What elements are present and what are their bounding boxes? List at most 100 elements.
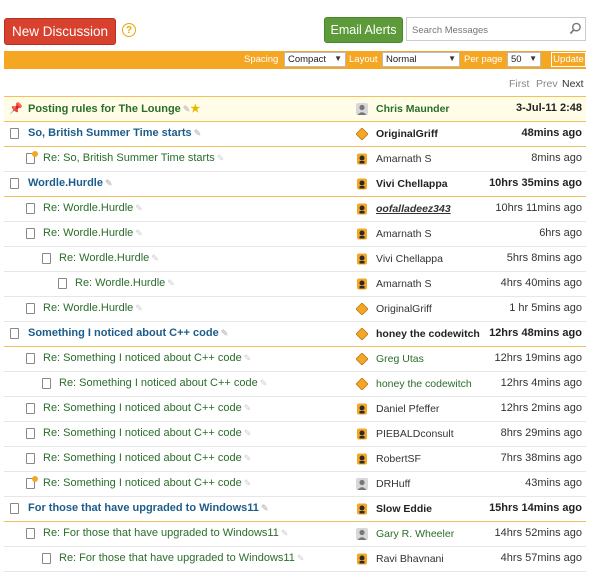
message-row[interactable]: So, British Summer Time starts ✎ OriginalG…: [4, 122, 586, 147]
pager-first[interactable]: First: [509, 78, 529, 90]
message-subject[interactable]: Re: So, British Summer Time starts ✎: [43, 152, 224, 164]
message-subject[interactable]: Re: Wordle.Hurdle ✎: [75, 277, 175, 289]
pager-prev[interactable]: Prev: [536, 78, 558, 90]
message-subject[interactable]: Re: Wordle.Hurdle ✎: [43, 302, 143, 314]
message-subject[interactable]: For those that have upgraded to Windows1…: [28, 502, 268, 514]
message-author[interactable]: OriginalGriff: [356, 126, 438, 142]
message-subject[interactable]: Re: For those that have upgraded to Wind…: [59, 552, 304, 564]
message-subject[interactable]: Re: Wordle.Hurdle ✎: [43, 202, 143, 214]
pager-next[interactable]: Next: [562, 78, 584, 90]
pin-outline-icon[interactable]: ✎: [244, 478, 252, 488]
pin-outline-icon[interactable]: ✎: [261, 503, 269, 513]
message-author[interactable]: Ravi Bhavnani: [356, 551, 444, 567]
message-subject[interactable]: Re: Something I noticed about C++ code ✎: [59, 377, 267, 389]
message-row[interactable]: Re: Something I noticed about C++ code ✎ R…: [4, 447, 586, 472]
message-subject[interactable]: So, British Summer Time starts ✎: [28, 127, 201, 139]
pin-outline-icon[interactable]: ✎: [244, 453, 252, 463]
layout-select[interactable]: Normal ▼: [382, 52, 460, 67]
message-date: 14hrs 52mins ago: [494, 527, 582, 539]
message-subject[interactable]: Re: Something I noticed about C++ code ✎: [43, 477, 251, 489]
message-subject-text: Re: For those that have upgraded to Wind…: [43, 527, 279, 539]
diamond-icon: [356, 378, 368, 390]
message-icon: [26, 228, 35, 239]
message-subject[interactable]: Re: Something I noticed about C++ code ✎: [43, 427, 251, 439]
message-subject[interactable]: Re: Something I noticed about C++ code ✎: [43, 402, 251, 414]
help-icon[interactable]: ?: [122, 23, 136, 37]
message-row[interactable]: Re: Something I noticed about C++ code ✎ h…: [4, 372, 586, 397]
message-subject[interactable]: Wordle.Hurdle ✎: [28, 177, 113, 189]
message-author[interactable]: Vivi Chellappa: [356, 251, 443, 267]
message-author[interactable]: Slow Eddie: [356, 501, 432, 517]
message-author[interactable]: Amarnath S: [356, 226, 431, 242]
message-row[interactable]: Re: Something I noticed about C++ code ✎ P…: [4, 422, 586, 447]
message-author[interactable]: honey the codewitch: [356, 326, 480, 342]
message-author[interactable]: oofalladeez343: [356, 201, 451, 217]
author-name: OriginalGriff: [376, 303, 432, 315]
toolbar: New Discussion ? Email Alerts: [0, 0, 600, 50]
message-author[interactable]: RobertSF: [356, 451, 421, 467]
per-page-select[interactable]: 50 ▼: [507, 52, 541, 67]
message-row[interactable]: Re: Something I noticed about C++ code ✎ D…: [4, 472, 586, 497]
message-row[interactable]: 📌 Posting rules for The Lounge ✎★ Chris Mau…: [4, 96, 586, 122]
message-subject[interactable]: Re: Wordle.Hurdle ✎: [43, 227, 143, 239]
message-author[interactable]: DRHuff: [356, 476, 410, 492]
message-author[interactable]: Vivi Chellappa: [356, 176, 448, 192]
pin-outline-icon[interactable]: ✎: [217, 153, 225, 163]
pin-outline-icon[interactable]: ✎: [135, 203, 143, 213]
message-row[interactable]: Re: For those that have upgraded to Wind…: [4, 522, 586, 547]
message-date: 1 hr 5mins ago: [509, 302, 582, 314]
pin-outline-icon[interactable]: ✎: [244, 403, 252, 413]
pin-outline-icon[interactable]: ✎: [281, 528, 289, 538]
message-author[interactable]: Gary R. Wheeler: [356, 526, 454, 542]
pin-outline-icon[interactable]: ✎: [194, 128, 202, 138]
message-subject[interactable]: Re: Something I noticed about C++ code ✎: [43, 352, 251, 364]
message-author[interactable]: Chris Maunder: [356, 101, 450, 117]
new-discussion-button[interactable]: New Discussion: [4, 18, 116, 45]
message-subject-text: Re: Wordle.Hurdle: [43, 202, 134, 214]
message-author[interactable]: Greg Utas: [356, 351, 424, 367]
email-alerts-button[interactable]: Email Alerts: [324, 17, 403, 43]
message-author[interactable]: Daniel Pfeffer: [356, 401, 439, 417]
pin-outline-icon[interactable]: ✎: [167, 278, 175, 288]
star-icon: ★: [190, 103, 201, 115]
pin-outline-icon[interactable]: ✎: [151, 253, 159, 263]
message-author[interactable]: honey the codewitch: [356, 376, 472, 392]
search-icon[interactable]: [569, 22, 582, 35]
message-row[interactable]: Re: Wordle.Hurdle ✎ Vivi Chellappa 5hrs 8mi…: [4, 247, 586, 272]
message-author[interactable]: Amarnath S: [356, 151, 431, 167]
chevron-down-icon: ▼: [448, 54, 456, 63]
message-author[interactable]: OriginalGriff: [356, 301, 432, 317]
message-row[interactable]: For those that have upgraded to Windows1…: [4, 497, 586, 522]
search-box: [406, 17, 586, 41]
message-row[interactable]: Re: Something I noticed about C++ code ✎ G…: [4, 347, 586, 372]
message-row[interactable]: Re: For those that have upgraded to Wind…: [4, 547, 586, 572]
pin-outline-icon[interactable]: ✎: [135, 228, 143, 238]
message-row[interactable]: Re: Something I noticed about C++ code ✎ D…: [4, 397, 586, 422]
message-row[interactable]: Re: So, British Summer Time starts ✎ Amarn…: [4, 147, 586, 172]
message-subject[interactable]: Something I noticed about C++ code ✎: [28, 327, 228, 339]
message-row[interactable]: Re: Wordle.Hurdle ✎ Amarnath S 6hrs ago: [4, 222, 586, 247]
message-row[interactable]: Wordle.Hurdle ✎ Vivi Chellappa 10hrs 35mins…: [4, 172, 586, 197]
pin-outline-icon[interactable]: ✎: [135, 303, 143, 313]
pin-outline-icon[interactable]: ✎: [244, 353, 252, 363]
message-row[interactable]: Something I noticed about C++ code ✎ honey…: [4, 322, 586, 347]
spacing-value: Compact: [288, 54, 327, 65]
spacing-select[interactable]: Compact ▼: [284, 52, 346, 67]
pin-outline-icon[interactable]: ✎: [297, 553, 305, 563]
message-subject[interactable]: Posting rules for The Lounge ✎★: [28, 102, 200, 115]
pin-outline-icon[interactable]: ✎: [221, 328, 229, 338]
search-input[interactable]: [410, 19, 564, 41]
message-row[interactable]: Re: Wordle.Hurdle ✎ Amarnath S 4hrs 40mins …: [4, 272, 586, 297]
message-row[interactable]: Re: Wordle.Hurdle ✎ OriginalGriff 1 hr 5min…: [4, 297, 586, 322]
badge-icon: [356, 453, 368, 465]
message-author[interactable]: PIEBALDconsult: [356, 426, 454, 442]
message-subject[interactable]: Re: Wordle.Hurdle ✎: [59, 252, 159, 264]
message-author[interactable]: Amarnath S: [356, 276, 431, 292]
message-subject[interactable]: Re: For those that have upgraded to Wind…: [43, 527, 288, 539]
pin-outline-icon[interactable]: ✎: [260, 378, 268, 388]
pin-outline-icon[interactable]: ✎: [105, 178, 113, 188]
update-button[interactable]: Update: [551, 52, 586, 67]
message-subject[interactable]: Re: Something I noticed about C++ code ✎: [43, 452, 251, 464]
pin-outline-icon[interactable]: ✎: [244, 428, 252, 438]
message-row[interactable]: Re: Wordle.Hurdle ✎ oofalladeez343 10hrs 11…: [4, 197, 586, 222]
